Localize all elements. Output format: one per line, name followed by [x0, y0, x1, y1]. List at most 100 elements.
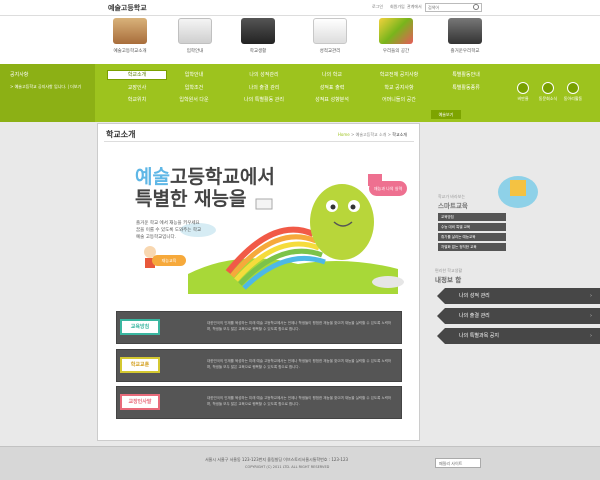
related-link[interactable]: 관계에서 [407, 4, 422, 10]
quick-link-label: 동아리활동 [563, 96, 583, 101]
notice-text[interactable]: > 예술고등학교 공지사항 입니다. | 더보기 [10, 84, 81, 90]
sub-print-grades[interactable]: 성적표 출력 [302, 84, 362, 91]
sub-special-activity[interactable]: 나의 특별활동 관리 [234, 96, 294, 103]
school-building-icon [113, 18, 147, 44]
smart-item[interactable]: 차별화 없는 정직한 교육 [438, 243, 506, 251]
principle-label: 교육방침 [120, 319, 160, 335]
sub-school-notice[interactable]: 학교전체 공지사항 [369, 71, 429, 78]
content-panel: 학교소개 Home > 예술고등학교 소개 > 학교소개 예술고등학교에서 특별… [97, 123, 420, 441]
family-site-select[interactable]: 패밀리 사이트 [435, 458, 481, 468]
hero-speech-bubble: 재능과 나의 실력 [369, 181, 407, 196]
button-label: 나의 성적 관리 [459, 293, 490, 299]
sticky-notes-icon [379, 18, 413, 44]
book-icon [241, 18, 275, 44]
sub-attendance[interactable]: 나의 출결 관리 [234, 84, 294, 91]
character-body [310, 184, 374, 260]
smart-item[interactable]: 수능 대비 특별 교육 [438, 223, 506, 231]
info-title: 내정보 함 [435, 276, 462, 284]
sub-school-announce[interactable]: 학교 공지사항 [369, 84, 429, 91]
divider [104, 141, 414, 142]
sub-admission-req[interactable]: 입학조건 [164, 84, 224, 91]
alumni-icon[interactable] [542, 82, 554, 94]
site-title[interactable]: 예술고등학교 [108, 3, 147, 13]
button-label: 나의 특별과목 공지 [459, 333, 499, 339]
principle-text: 대한민국의 인재를 육성하는 미래 예술 고등학교에서는 언제나 학생들이 평범… [207, 321, 392, 331]
my-grades-button[interactable]: 나의 성적 관리 › [437, 288, 600, 304]
quick-link-label: 비만율 [517, 96, 529, 101]
nav-school-intro[interactable]: 예술고등학교소개 [100, 18, 160, 54]
sub-my-school[interactable]: 나의 학교 [302, 71, 362, 78]
house-shape [510, 180, 526, 196]
chevron-right-icon: › [590, 313, 592, 319]
document-icon [178, 18, 212, 44]
notice-title[interactable]: 공지사항 [10, 71, 28, 78]
principle-box-education: 교육방침 대한민국의 인재를 육성하는 미래 예술 고등학교에서는 언제나 학생… [116, 311, 402, 344]
smart-item[interactable]: 휴가를 살리는 예능교육 [438, 233, 506, 241]
sub-location[interactable]: 학교위치 [107, 96, 167, 103]
nav-label: 입학안내 [186, 49, 204, 54]
nav-our-space[interactable]: 우리들의 공간 [366, 18, 426, 54]
obesity-icon[interactable] [517, 82, 529, 94]
grass-hill-shape [188, 258, 398, 294]
smart-title: 스마트교육 [438, 202, 468, 210]
sub-activity-guide[interactable]: 특별활동안내 [436, 71, 496, 78]
nav-admission[interactable]: 입학안내 [165, 18, 225, 54]
footer: 서울시 서울구 서울동 123-123번지 올림빌딩 이브스토리서울시통학번호 … [0, 446, 600, 480]
right-sidebar: 학교가 바라보는 스마트교육 교육방침 수능 대비 특별 교육 휴가를 살리는 … [430, 176, 600, 440]
principle-text: 대한민국의 인재를 육성하는 미래 예술 고등학교에서는 언제나 학생들이 평범… [207, 396, 392, 406]
sub-navigation: 공지사항 > 예술고등학교 공지사항 입니다. | 더보기 학교소개 입학안내 … [0, 64, 600, 122]
page-title: 학교소개 [106, 130, 136, 139]
nav-fun-school[interactable]: 즐거운우리학교 [435, 18, 495, 54]
talent-education-button[interactable]: 재능교육 [152, 255, 186, 266]
sub-my-grades[interactable]: 나의 성적관리 [234, 71, 294, 78]
nav-label: 예술고등학교소개 [113, 49, 147, 54]
chevron-right-icon: › [590, 333, 592, 339]
sub-school-intro[interactable]: 학교소개 [107, 70, 167, 80]
principle-box-motto: 학교교훈 대한민국의 인재를 육성하는 미래 예술 고등학교에서는 언제나 학생… [116, 349, 402, 382]
my-attendance-button[interactable]: 나의 출결 관리 › [437, 308, 600, 324]
more-button[interactable]: 예술보기 [431, 110, 461, 119]
character-pupil-left [330, 204, 336, 210]
smart-item[interactable]: 교육방침 [438, 213, 506, 221]
breadcrumb-home[interactable]: Home [338, 132, 350, 137]
principle-label: 교장인사말 [120, 394, 160, 410]
breadcrumb: Home > 예술고등학교 소개 > 학교소개 [337, 132, 407, 137]
sub-activity-types[interactable]: 특별활동종류 [436, 84, 496, 91]
music-paper [255, 198, 273, 210]
quick-link-label: 동문회소식 [538, 96, 558, 101]
character-pupil-right [350, 204, 356, 210]
nav-grades[interactable]: 성적교관리 [300, 18, 360, 54]
sub-grade-analysis[interactable]: 성적표 성향분석 [302, 96, 362, 103]
signup-link[interactable]: 회원가입 [390, 4, 405, 10]
principle-label: 학교교훈 [120, 357, 160, 373]
sub-application-download[interactable]: 입학원서 다운 [164, 96, 224, 103]
nav-school-life[interactable]: 학교생활 [228, 18, 288, 54]
breadcrumb-section[interactable]: 예술고등학교 소개 [356, 132, 387, 137]
footer-address: 서울시 서울구 서울동 123-123번지 올림빌딩 이브스토리서울시통학번호 … [205, 457, 349, 462]
cloud-right [372, 276, 404, 288]
hero-banner: 예술고등학교에서 특별한 재능을 즐거운 학교 에서 재능을 키우세요 꿈을 이… [98, 144, 421, 304]
smart-education-illustration [498, 176, 538, 208]
sub-principal[interactable]: 교장인사 [107, 84, 167, 91]
hero-description: 즐거운 학교 에서 재능을 키우세요 꿈을 이룰 수 있도록 도와주는 학교 예… [136, 220, 201, 241]
sub-mothers-space[interactable]: 어머니들의 공간 [369, 96, 429, 103]
sub-admission-guide[interactable]: 입학안내 [164, 71, 224, 78]
top-bar: 예술고등학교 로그인 회원가입 관계에서 [0, 0, 600, 16]
hero-desc-line: 예술 고등학교입니다. [136, 235, 177, 240]
hero-line-2: 특별한 재능을 [135, 188, 247, 210]
hero-desc-line: 즐거운 학교 에서 재능을 키우세요 [136, 221, 200, 226]
chevron-right-icon: › [590, 293, 592, 299]
my-special-subject-button[interactable]: 나의 특별과목 공지 › [437, 328, 600, 344]
nav-label: 즐거운우리학교 [450, 49, 480, 54]
nav-label: 우리들의 공간 [382, 49, 410, 54]
footer-copyright: COPYRIGHT (C) 2011 LTD. ALL RIGHT RESERV… [245, 465, 330, 469]
search-icon[interactable] [473, 4, 479, 10]
login-link[interactable]: 로그인 [372, 4, 383, 10]
nav-label: 학교생활 [249, 49, 267, 54]
nav-label: 성적교관리 [319, 49, 341, 54]
notice-panel: 공지사항 > 예술고등학교 공지사항 입니다. | 더보기 [0, 64, 95, 122]
principle-box-greeting: 교장인사말 대한민국의 인재를 육성하는 미래 예술 고등학교에서는 언제나 학… [116, 386, 402, 419]
classroom-desk-icon [448, 18, 482, 44]
club-icon[interactable] [567, 82, 579, 94]
hero-desc-line: 꿈을 이룰 수 있도록 도와주는 학교 [136, 228, 202, 233]
